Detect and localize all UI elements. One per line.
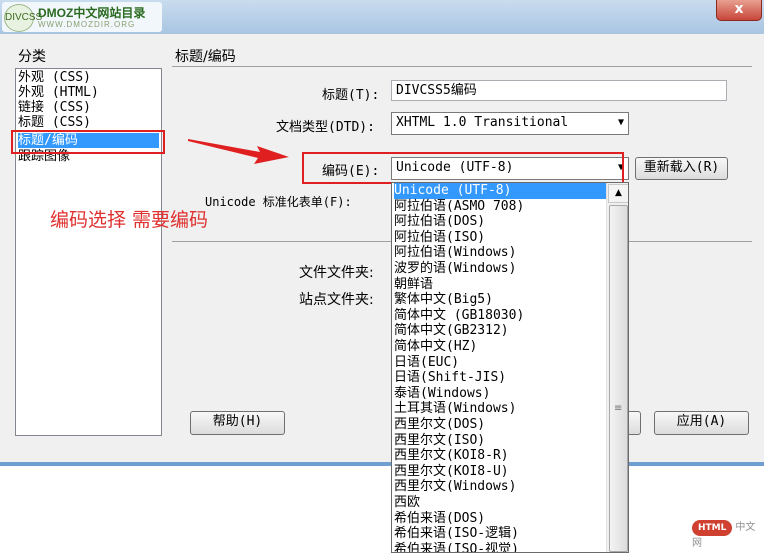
encoding-option[interactable]: 希伯来语(ISO-视觉)	[394, 542, 606, 552]
scroll-up-button[interactable]: ▲	[608, 184, 628, 203]
encoding-option[interactable]: 西里尔文(KOI8-U)	[394, 464, 606, 480]
grip-icon: ≡	[614, 403, 623, 414]
category-item-appearance-html[interactable]: 外观 (HTML)	[18, 85, 159, 100]
normalize-label: Unicode 标准化表单(F):	[205, 195, 352, 209]
encoding-option[interactable]: 西里尔文(DOS)	[394, 417, 606, 433]
dropdown-scrollbar[interactable]: ▲ ≡	[606, 183, 628, 552]
apply-button[interactable]: 应用(A)	[654, 411, 749, 435]
logo-badge: DIVCSS	[4, 4, 42, 32]
site-logo: DIVCSS DMOZ中文网站目录 WWW.DMOZDIR.ORG	[2, 2, 162, 32]
category-item-links-css[interactable]: 链接 (CSS)	[18, 100, 159, 115]
close-button[interactable]: x	[716, 0, 762, 21]
category-item-appearance-css[interactable]: 外观 (CSS)	[18, 70, 159, 85]
category-list[interactable]: 外观 (CSS) 外观 (HTML) 链接 (CSS) 标题 (CSS) 标题/…	[15, 68, 162, 436]
red-arrow-icon	[188, 139, 289, 164]
encoding-option[interactable]: 阿拉伯语(DOS)	[394, 214, 606, 230]
highlight-box-encoding	[302, 152, 624, 184]
encoding-option[interactable]: 日语(Shift-JIS)	[394, 370, 606, 386]
category-item-headings-css[interactable]: 标题 (CSS)	[18, 115, 159, 130]
doctype-value: XHTML 1.0 Transitional	[396, 115, 569, 130]
document-folder-label: 文件文件夹:	[299, 265, 374, 281]
encoding-option[interactable]: 西欧	[394, 495, 606, 511]
encoding-option[interactable]: 简体中文(HZ)	[394, 339, 606, 355]
encoding-option[interactable]: 西里尔文(ISO)	[394, 433, 606, 449]
doctype-label: 文档类型(DTD):	[276, 120, 375, 135]
logo-url: WWW.DMOZDIR.ORG	[38, 20, 136, 29]
title-label: 标题(T):	[322, 88, 380, 103]
encoding-option[interactable]: 简体中文 (GB18030)	[394, 308, 606, 324]
encoding-option[interactable]: 波罗的语(Windows)	[394, 261, 606, 277]
encoding-option[interactable]: 阿拉伯语(Windows)	[394, 245, 606, 261]
highlight-box-category	[11, 130, 165, 154]
encoding-option[interactable]: Unicode (UTF-8)	[394, 183, 606, 199]
chevron-down-icon: ▼	[617, 117, 624, 128]
encoding-option[interactable]: 朝鲜语	[394, 277, 606, 293]
section-title: 标题/编码	[175, 49, 236, 65]
logo-title: DMOZ中文网站目录	[38, 6, 146, 20]
encoding-option[interactable]: 希伯来语(DOS)	[394, 511, 606, 527]
doctype-select[interactable]: XHTML 1.0 Transitional ▼	[391, 112, 629, 135]
watermark-badge: HTML	[692, 520, 733, 536]
section-divider	[172, 66, 752, 67]
title-bar: DIVCSS DMOZ中文网站目录 WWW.DMOZDIR.ORG x	[0, 0, 764, 34]
encoding-option[interactable]: 希伯来语(ISO-逻辑)	[394, 526, 606, 542]
encoding-option[interactable]: 阿拉伯语(ISO)	[394, 230, 606, 246]
annotation-text: 编码选择 需要编码	[50, 209, 209, 231]
encoding-option[interactable]: 阿拉伯语(ASMO 708)	[394, 199, 606, 215]
title-input[interactable]: DIVCSS5编码	[391, 80, 727, 101]
encoding-dropdown-list[interactable]: Unicode (UTF-8) 阿拉伯语(ASMO 708) 阿拉伯语(DOS)…	[391, 182, 629, 553]
scroll-thumb[interactable]: ≡	[609, 205, 628, 552]
dialog-bottom-border	[0, 462, 764, 466]
category-header: 分类	[18, 49, 46, 65]
encoding-option[interactable]: 土耳其语(Windows)	[394, 401, 606, 417]
encoding-option[interactable]: 简体中文(GB2312)	[394, 323, 606, 339]
site-folder-label: 站点文件夹:	[299, 292, 374, 308]
encoding-option[interactable]: 西里尔文(Windows)	[394, 479, 606, 495]
watermark: HTML 中文网	[692, 520, 764, 549]
encoding-option[interactable]: 日语(EUC)	[394, 355, 606, 371]
help-button[interactable]: 帮助(H)	[190, 411, 285, 435]
close-icon: x	[734, 1, 744, 17]
chevron-up-icon: ▲	[615, 188, 622, 198]
encoding-option[interactable]: 繁体中文(Big5)	[394, 292, 606, 308]
reload-button[interactable]: 重新载入(R)	[635, 157, 728, 180]
encoding-option[interactable]: 西里尔文(KOI8-R)	[394, 448, 606, 464]
encoding-option[interactable]: 泰语(Windows)	[394, 386, 606, 402]
